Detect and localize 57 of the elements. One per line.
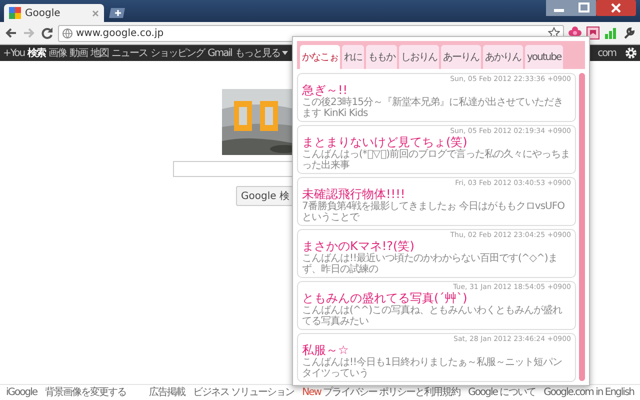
post-title[interactable]: 未確認飛行物体!!!! <box>302 187 571 201</box>
nav-link[interactable]: Gmail <box>208 48 232 58</box>
nav-link[interactable]: ショッピング <box>150 46 205 60</box>
post-title[interactable]: ともみんの盛れてる写真(´艸`) <box>302 291 571 305</box>
google-favicon <box>9 7 21 19</box>
post-excerpt: 7番勝負第4戦を撮影してきましたぉ 今日はがももクロvsUFOということで <box>302 201 566 223</box>
settings-icon[interactable] <box>625 47 637 59</box>
scrollbar[interactable] <box>579 73 585 381</box>
member-tab[interactable]: あーりん <box>441 45 481 69</box>
footer-link[interactable]: Google.com in English <box>544 386 634 398</box>
search-button[interactable]: Google 検 <box>236 186 294 206</box>
bookmark-icon[interactable] <box>586 26 600 40</box>
member-tab[interactable]: ももか <box>366 45 397 69</box>
post-title[interactable]: まとまりないけど見てちょ(笑) <box>302 135 571 149</box>
star-icon[interactable] <box>548 27 560 39</box>
member-tab[interactable]: かなこぉ <box>300 45 340 69</box>
footer-link[interactable]: Google について <box>468 385 536 399</box>
url-text: www.google.co.jp <box>76 28 164 38</box>
reload-icon[interactable] <box>40 26 54 40</box>
new-label: New <box>302 387 321 398</box>
new-tab-icon[interactable] <box>109 7 127 19</box>
member-tab[interactable]: しおりん <box>399 45 439 69</box>
nav-link[interactable]: 動画 <box>70 46 88 60</box>
post-excerpt: こんばんはっ(*ﾟ▽ﾟ)前回のブログで言った私の久々にやっちまった出来事 <box>302 149 571 171</box>
member-tab[interactable]: れに <box>342 45 364 69</box>
close-icon[interactable] <box>92 10 99 16</box>
back-icon[interactable] <box>4 26 18 40</box>
nav-link[interactable]: もっと見る <box>234 46 280 60</box>
minimize-icon[interactable] <box>546 0 572 16</box>
search-field[interactable] <box>173 161 295 177</box>
maximize-icon[interactable] <box>572 0 596 16</box>
post-excerpt: こんばんは(^^)この写真ね、ともみんいわくともみんが盛れてる写真みたい <box>302 305 564 327</box>
post-title[interactable]: 私服～☆ <box>302 343 571 357</box>
post-excerpt: こんばんは!!最近いつ頃たのかわからない百田です(^◇^)まず、昨日の試練の <box>302 253 558 275</box>
browser-tab[interactable]: Google <box>4 4 104 22</box>
post-excerpt: こんばんは!!今日も1日終わりましたぁ～私服～ニット短パンタイツっていう <box>302 357 563 379</box>
nav-link[interactable]: +You <box>3 48 25 58</box>
footer-link[interactable]: プライバシー ポリシーと利用規約 <box>322 387 460 398</box>
member-tab[interactable]: あかりん <box>483 45 523 69</box>
caret-icon[interactable] <box>282 51 288 55</box>
nav-link[interactable]: 検索 <box>28 46 46 60</box>
nav-link[interactable]: 地図 <box>90 46 109 60</box>
post-excerpt: この後23時15分～『新堂本兄弟』に私達が出させていただきます KinKi Kids <box>302 97 564 119</box>
account-name[interactable]: com <box>598 48 616 58</box>
close-icon[interactable] <box>596 0 636 16</box>
footer-link[interactable]: ビジネス ソリューション <box>192 385 294 399</box>
nav-link[interactable]: ニュース <box>112 46 148 60</box>
nav-link[interactable]: 画像 <box>48 46 67 60</box>
wrench-icon[interactable] <box>622 26 636 40</box>
footer-link[interactable]: 背景画像を変更する <box>45 385 126 399</box>
member-tab[interactable]: youtube <box>525 45 564 69</box>
globe-icon <box>62 28 73 38</box>
footer-link[interactable]: 広告掲載 <box>148 385 185 399</box>
footer-link[interactable]: iGoogle <box>6 386 38 398</box>
post-title[interactable]: まさかのKマネ!?(笑) <box>302 239 571 253</box>
post-title[interactable]: 急ぎ～!! <box>302 83 571 97</box>
tab-title: Google <box>25 8 62 18</box>
